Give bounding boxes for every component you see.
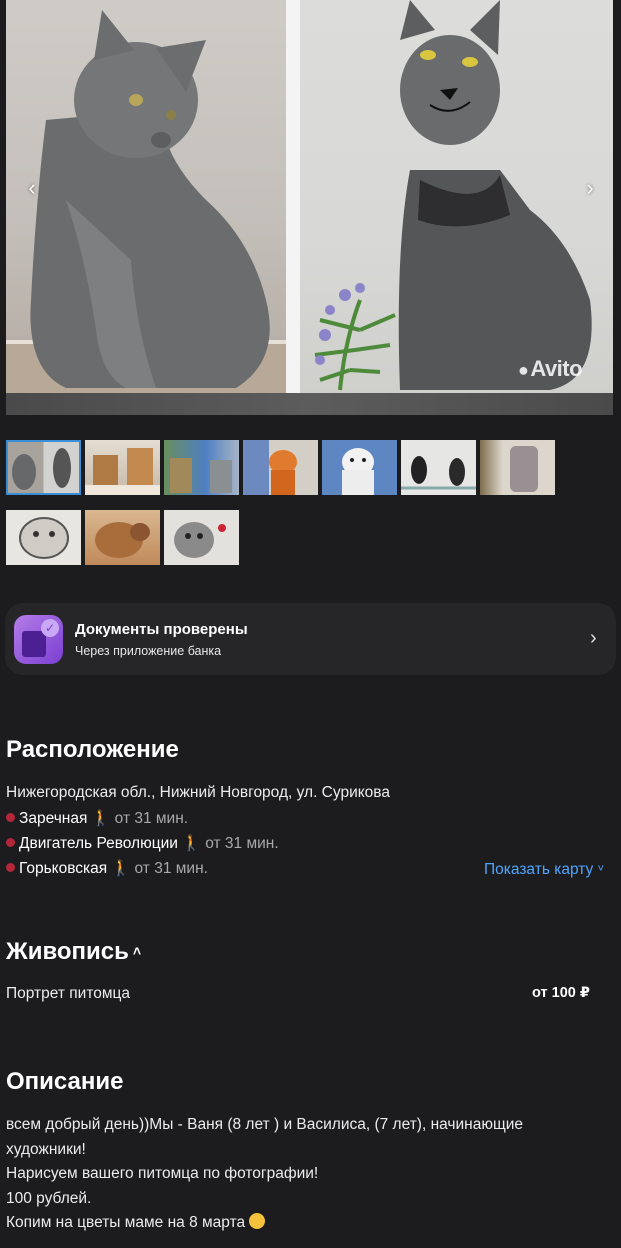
chevron-left-icon[interactable]: ‹ xyxy=(20,176,44,200)
show-map-link[interactable]: Показать карту ˅ xyxy=(484,861,604,879)
thumbnail-8[interactable] xyxy=(6,510,81,565)
photo-gallery[interactable]: ‹ › ●Avito xyxy=(6,0,613,415)
metro-line-dot xyxy=(6,813,15,822)
description-heading: Описание xyxy=(6,1068,124,1095)
description-line: художники! xyxy=(6,1140,86,1158)
chevron-right-icon[interactable]: › xyxy=(578,176,602,200)
walk-icon: 🚶 xyxy=(181,835,202,852)
metro-station: Заречная 🚶 от 31 мин. xyxy=(6,809,188,828)
thumbnail-6[interactable] xyxy=(401,440,476,495)
service-name: Портрет питомца xyxy=(6,985,131,1002)
documents-verified-card[interactable]: ✓ Документы проверены Через приложение б… xyxy=(5,603,616,675)
chevron-right-icon: › xyxy=(590,627,597,649)
description-line: всем добрый день))Мы - Ваня (8 лет ) и В… xyxy=(6,1116,523,1133)
thumbnail-9[interactable] xyxy=(85,510,160,565)
gallery-bottom-strip xyxy=(6,393,613,415)
metro-station-name: Заречная xyxy=(19,810,88,827)
description-line: Нарисуем вашего питомца по фотографии! xyxy=(6,1165,319,1182)
location-heading: Расположение xyxy=(6,736,179,763)
thumbnail-2[interactable] xyxy=(85,440,160,495)
gallery-photo-cat[interactable] xyxy=(6,0,286,393)
thumbnail-5[interactable] xyxy=(322,440,397,495)
thumbnail-10[interactable] xyxy=(164,510,239,565)
chevron-down-icon: ˅ xyxy=(597,863,604,875)
thumbnail-1[interactable] xyxy=(6,440,81,495)
docs-title: Документы проверены xyxy=(75,621,248,638)
category-heading[interactable]: Живопись ˄ xyxy=(6,938,141,966)
docs-subtitle: Через приложение банка xyxy=(75,644,222,658)
metro-distance: от 31 мин. xyxy=(205,835,279,852)
cat-photo-image xyxy=(6,10,286,393)
metro-station-name: Горьковская xyxy=(19,860,108,877)
gallery-divider xyxy=(286,0,300,393)
smile-emoji-icon xyxy=(249,1213,266,1229)
chevron-up-icon: ˄ xyxy=(132,943,142,959)
metro-line-dot xyxy=(6,863,15,872)
cat-drawing-image xyxy=(314,0,592,391)
metro-distance: от 31 мин. xyxy=(114,810,189,827)
walk-icon: 🚶 xyxy=(111,860,131,877)
metro-distance: от 31 мин. xyxy=(134,860,208,877)
metro-line-dot xyxy=(6,838,15,847)
description-line: Копим на цветы маме на 8 марта xyxy=(6,1214,246,1231)
avito-watermark: ●Avito xyxy=(518,356,583,381)
metro-station-name: Двигатель Революции xyxy=(19,835,178,852)
thumbnail-4[interactable] xyxy=(243,440,318,495)
service-price: от 100 ₽ xyxy=(532,985,590,1001)
verified-document-icon: ✓ xyxy=(14,615,63,664)
description-text: всем добрый день))Мы - Ваня (8 лет ) и В… xyxy=(6,1113,606,1236)
metro-station: Двигатель Революции 🚶 от 31 мин. xyxy=(6,834,279,853)
location-address: Нижегородская обл., Нижний Новгород, ул.… xyxy=(6,784,390,801)
metro-station: Горьковская 🚶 от 31 мин. xyxy=(6,859,208,878)
walk-icon: 🚶 xyxy=(91,810,111,827)
gallery-photo-drawing[interactable] xyxy=(300,0,613,393)
description-line: 100 рублей. xyxy=(6,1189,92,1207)
thumbnail-3[interactable] xyxy=(164,440,239,495)
thumbnail-7[interactable] xyxy=(480,440,555,495)
